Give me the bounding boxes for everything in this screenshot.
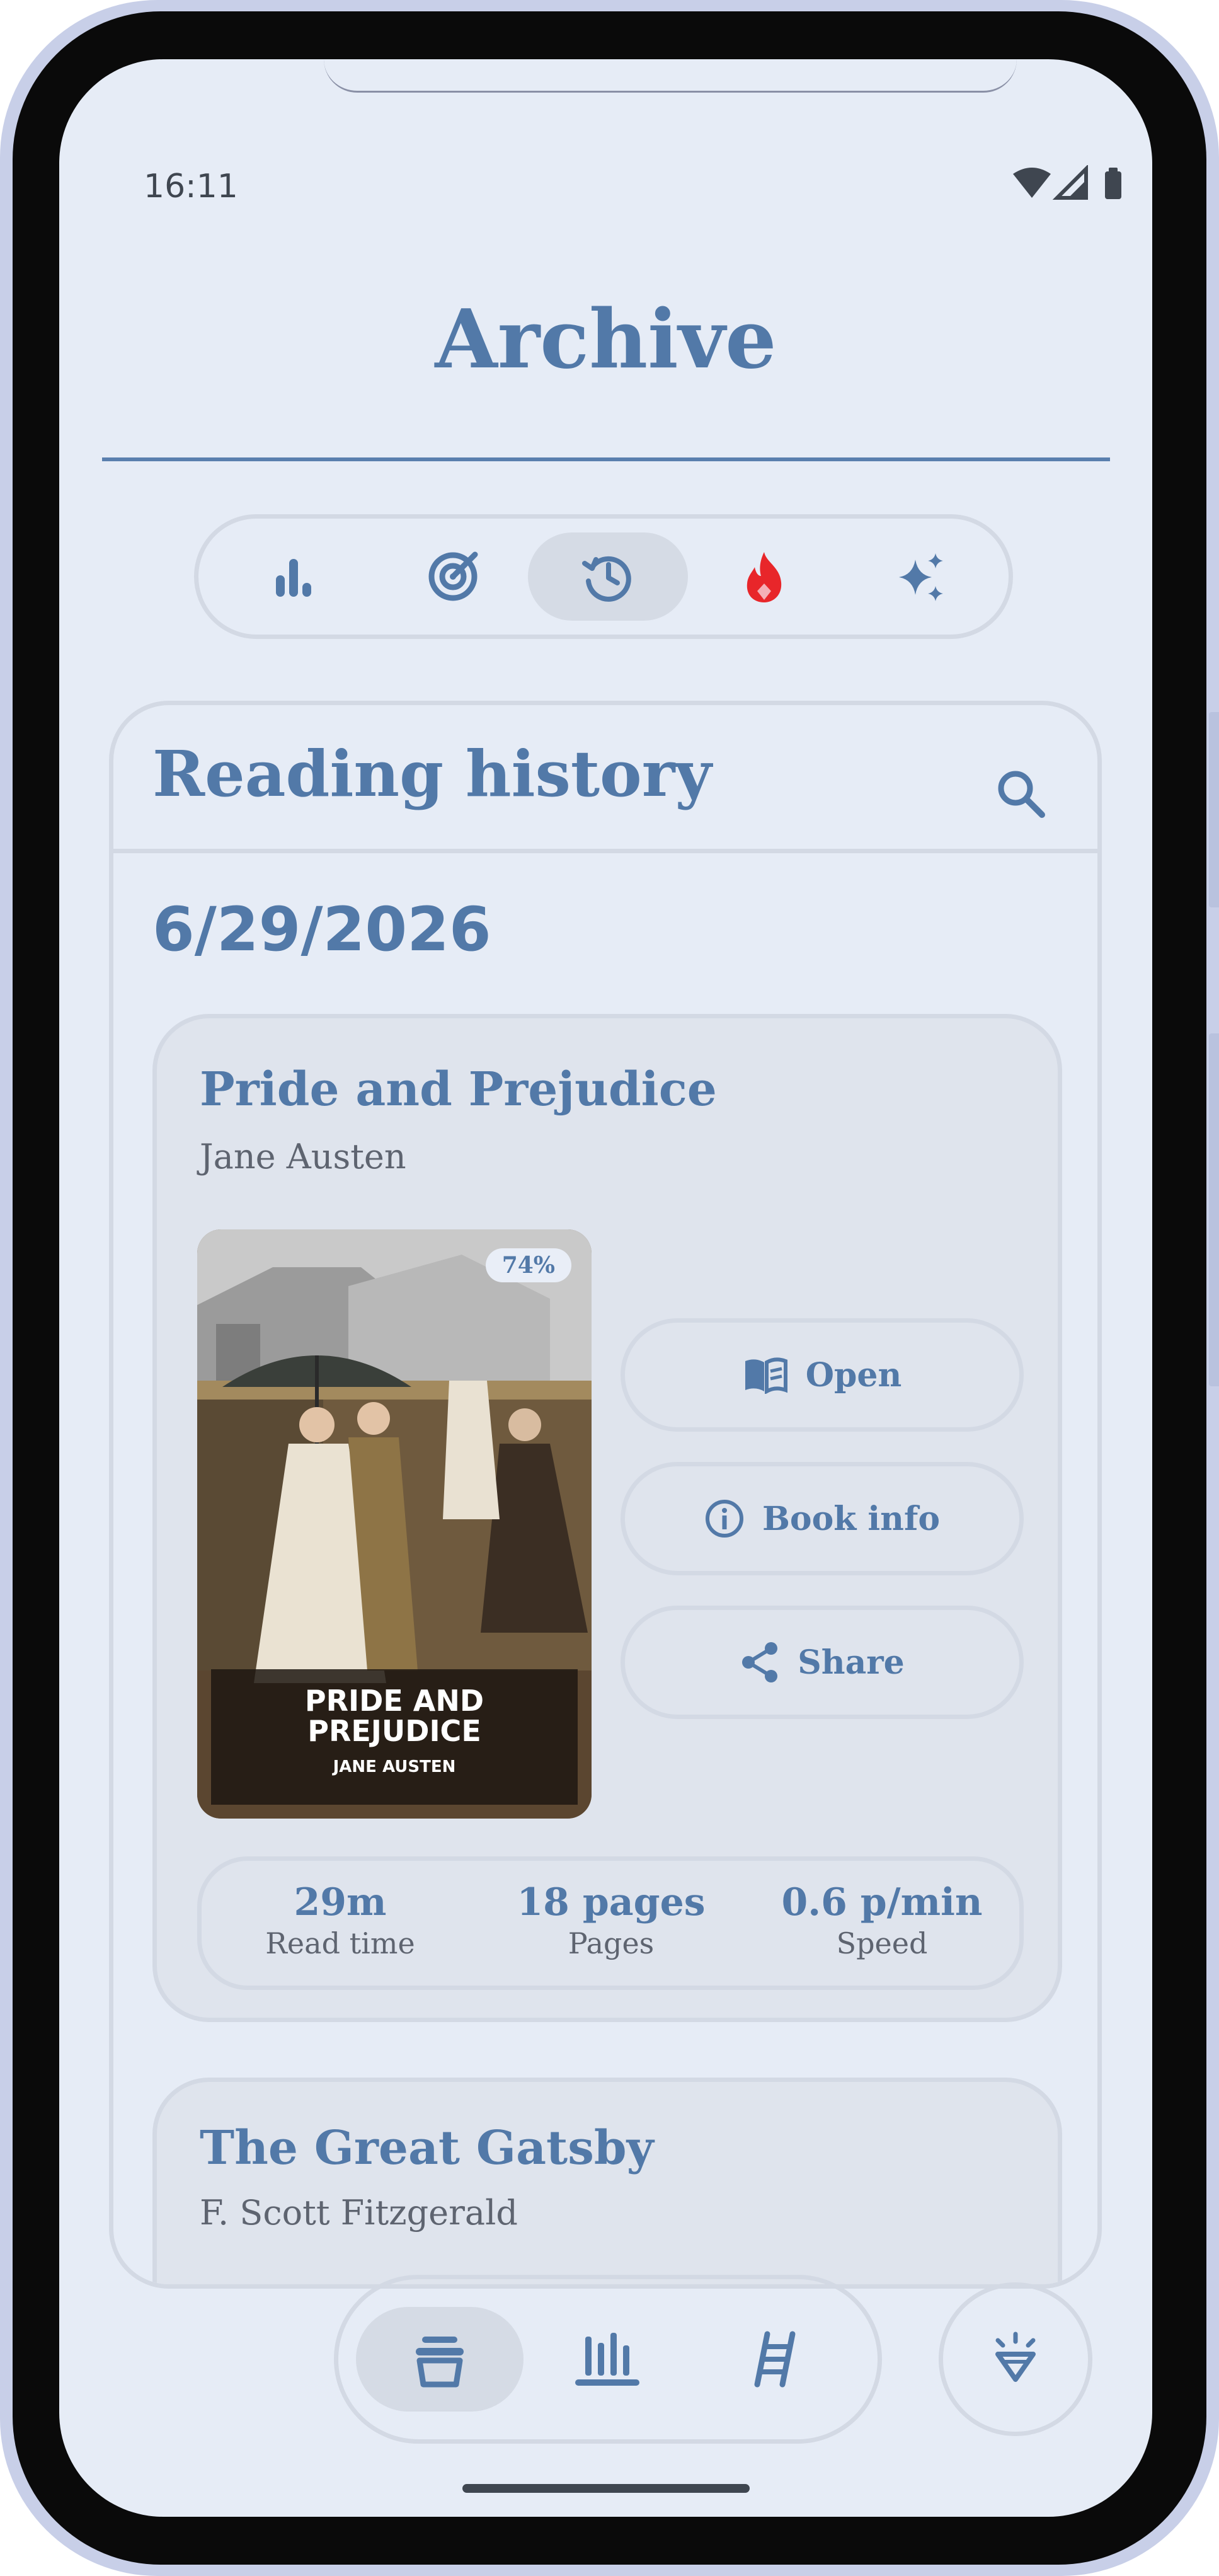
top-tab-bar [194, 514, 1013, 639]
share-button[interactable]: Share [621, 1606, 1024, 1719]
wifi-icon [1013, 168, 1051, 198]
signal-icon [1052, 164, 1088, 200]
page-title: Archive [435, 292, 777, 387]
tab-history[interactable] [528, 532, 688, 621]
stat-value: 18 pages [517, 1880, 706, 1924]
tab-goals[interactable] [373, 532, 533, 621]
reading-history-card: Reading history 6/29/2026 Pride and Prej… [109, 701, 1102, 2289]
stat-value: 0.6 p/min [781, 1880, 983, 1924]
archive-icon [416, 2337, 464, 2388]
book-author: Jane Austen [200, 1137, 406, 1176]
flame-icon [747, 552, 782, 602]
bar-chart-icon [276, 559, 311, 597]
search-button[interactable] [983, 756, 1058, 831]
phone-device: 16:11 Archive Reading history 6/29/2026 … [0, 0, 1219, 2576]
battery-icon [1105, 168, 1121, 199]
sparkle-icon [899, 553, 943, 601]
tab-insights[interactable] [841, 532, 1001, 621]
status-time: 16:11 [144, 168, 238, 205]
share-label: Share [798, 1643, 905, 1682]
search-icon [998, 771, 1045, 818]
book-cover[interactable]: 74% PRIDE AND PREJUDICE JANE AUSTEN [197, 1229, 592, 1819]
book-info-button[interactable]: Book info [621, 1462, 1024, 1575]
cover-title-plate: PRIDE AND PREJUDICE JANE AUSTEN [211, 1669, 578, 1805]
book-title: The Great Gatsby [200, 2121, 654, 2175]
volume-button [1209, 1033, 1219, 1386]
title-divider [102, 457, 1110, 461]
screen: 16:11 Archive Reading history 6/29/2026 … [59, 59, 1152, 2517]
open-label: Open [805, 1355, 902, 1394]
target-icon [428, 551, 478, 601]
info-icon [705, 1500, 743, 1538]
book-open-icon [745, 1357, 787, 1394]
book-author: F. Scott Fitzgerald [200, 2193, 518, 2233]
stat-value: 29m [294, 1880, 387, 1924]
reading-stats: 29m Read time 18 pages Pages 0.6 p/min S… [197, 1856, 1024, 1990]
home-indicator[interactable] [462, 2484, 750, 2493]
stat-label: Speed [836, 1926, 928, 1960]
share-icon [742, 1642, 778, 1682]
camera-notch [324, 59, 1017, 93]
history-divider [113, 849, 1097, 853]
tab-streak[interactable] [684, 532, 844, 621]
book-title: Pride and Prejudice [200, 1062, 717, 1117]
open-button[interactable]: Open [621, 1318, 1024, 1432]
history-icon [582, 556, 631, 602]
bottom-nav [334, 2275, 882, 2444]
tab-statistics[interactable] [214, 532, 374, 621]
stat-label: Read time [265, 1926, 415, 1960]
progress-badge: 74% [485, 1248, 571, 1282]
nav-library[interactable] [524, 2307, 691, 2412]
stat-speed: 0.6 p/min Speed [750, 1880, 1014, 1962]
book-card[interactable]: Pride and Prejudice Jane Austen 74% PRID… [152, 1014, 1062, 2022]
nav-archive[interactable] [356, 2307, 524, 2412]
gem-icon [995, 2332, 1036, 2382]
stat-read-time: 29m Read time [220, 1880, 460, 1962]
book-info-label: Book info [762, 1499, 941, 1538]
status-icons [1010, 164, 1136, 203]
date-group-label: 6/29/2026 [152, 894, 491, 965]
power-button [1209, 712, 1219, 907]
cover-title: PRIDE AND PREJUDICE [304, 1684, 484, 1748]
history-title: Reading history [152, 737, 712, 811]
cover-author: JANE AUSTEN [333, 1757, 456, 1776]
book-card[interactable]: The Great Gatsby F. Scott Fitzgerald [152, 2078, 1062, 2284]
nav-progress[interactable] [691, 2307, 859, 2412]
fab-button[interactable] [939, 2282, 1092, 2436]
stat-pages: 18 pages Pages [485, 1880, 737, 1962]
stat-label: Pages [568, 1926, 655, 1960]
library-icon [575, 2333, 639, 2386]
ladder-icon [754, 2331, 796, 2388]
